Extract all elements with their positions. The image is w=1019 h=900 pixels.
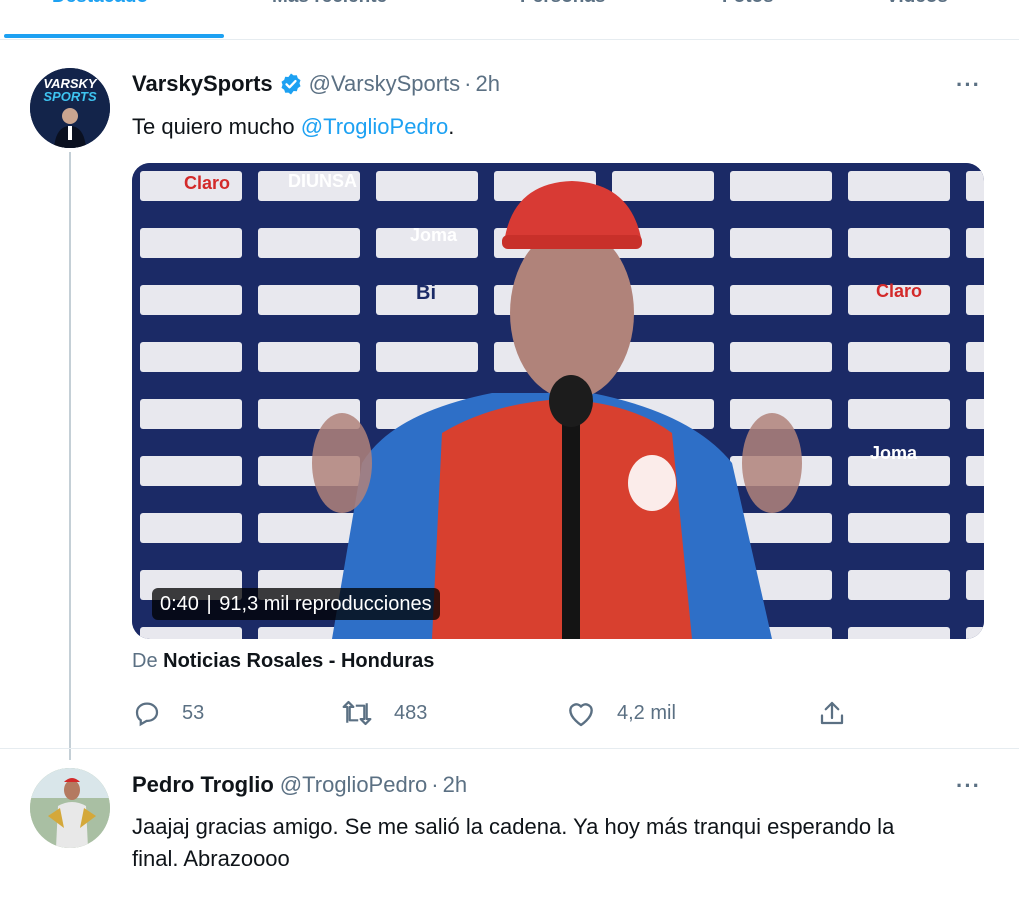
active-tab-indicator (4, 34, 224, 38)
video-source: De Noticias Rosales - Honduras (132, 650, 434, 673)
tweet1-author-name[interactable]: VarskySports (132, 71, 273, 97)
tweet1-header: VarskySports @VarskySports · 2h (132, 71, 500, 97)
retweet-count: 483 (394, 701, 428, 724)
reply-icon (135, 702, 159, 727)
avatar-text-sports: SPORTS (43, 89, 97, 104)
tweet2-timestamp[interactable]: 2h (443, 772, 467, 798)
tab-mas-reciente[interactable]: Más reciente (272, 0, 387, 8)
tweet-divider (0, 748, 1019, 749)
tweet2-handle[interactable]: @TroglioPedro (280, 772, 427, 798)
tab-fotos[interactable]: Fotos (722, 0, 774, 8)
mention-link[interactable]: @TroglioPedro (301, 114, 448, 139)
avatar-varskysports[interactable]: VARSKY SPORTS (30, 68, 110, 148)
video-views: 91,3 mil reproducciones (219, 593, 432, 615)
backdrop-logo-claro: Claro (184, 173, 230, 193)
video-source-link[interactable]: Noticias Rosales - Honduras (163, 650, 434, 672)
backdrop-logo-claro-2: Claro (876, 281, 922, 301)
avatar-pedro-troglio[interactable] (30, 768, 110, 848)
retweet-button[interactable]: 483 (340, 698, 427, 728)
search-tabs: Destacado Más reciente Personas Fotos Vi… (0, 0, 1019, 40)
tweet1-separator: · (464, 71, 472, 96)
video-duration: 0:40 (160, 593, 199, 615)
tweet2-header: Pedro Troglio @TroglioPedro · 2h (132, 772, 467, 798)
like-count: 4,2 mil (617, 701, 676, 724)
verified-badge-icon (281, 73, 301, 95)
backdrop-logo-joma-2: Joma (870, 443, 918, 463)
retweet-icon (342, 700, 372, 726)
tweet2-text-line2: final. Abrazoooo (132, 846, 290, 871)
tweet2-text-line1: Jaajaj gracias amigo. Se me salió la cad… (132, 814, 895, 839)
tab-videos[interactable]: Videos (886, 0, 948, 8)
share-icon (820, 701, 844, 725)
tab-destacado[interactable]: Destacado (52, 0, 148, 8)
tweet1-text-prefix: Te quiero mucho (132, 114, 301, 139)
like-button[interactable]: 4,2 mil (565, 698, 676, 728)
tab-personas[interactable]: Personas (520, 0, 606, 8)
tweet1-handle[interactable]: @VarskySports (309, 71, 461, 97)
tweet1-text: Te quiero mucho @TroglioPedro. (132, 111, 454, 143)
video-source-prefix: De (132, 650, 158, 672)
heart-icon (569, 703, 593, 727)
tweet1-video-player[interactable]: Claro DIUNSA Joma Bi Claro Joma (132, 163, 984, 639)
thread-connector-line (69, 152, 71, 760)
backdrop-logo-joma: Joma (410, 225, 458, 245)
tweet2-author-name[interactable]: Pedro Troglio (132, 772, 274, 798)
reply-count: 53 (182, 701, 205, 724)
tweet2-text: Jaajaj gracias amigo. Se me salió la cad… (132, 811, 894, 875)
tweet1-more-icon[interactable]: ··· (956, 72, 981, 98)
share-button[interactable] (817, 698, 867, 728)
reply-button[interactable]: 53 (132, 698, 204, 728)
tweet2-more-icon[interactable]: ··· (956, 773, 981, 799)
backdrop-logo-diunsa: DIUNSA (288, 171, 357, 191)
backdrop-logo-bi: Bi (416, 282, 436, 304)
tweet2-separator: · (431, 772, 439, 797)
video-duration-views-badge: 0:40 | 91,3 mil reproducciones (152, 588, 440, 620)
tweet1-timestamp[interactable]: 2h (476, 71, 500, 97)
tweet1-text-suffix: . (448, 114, 455, 139)
